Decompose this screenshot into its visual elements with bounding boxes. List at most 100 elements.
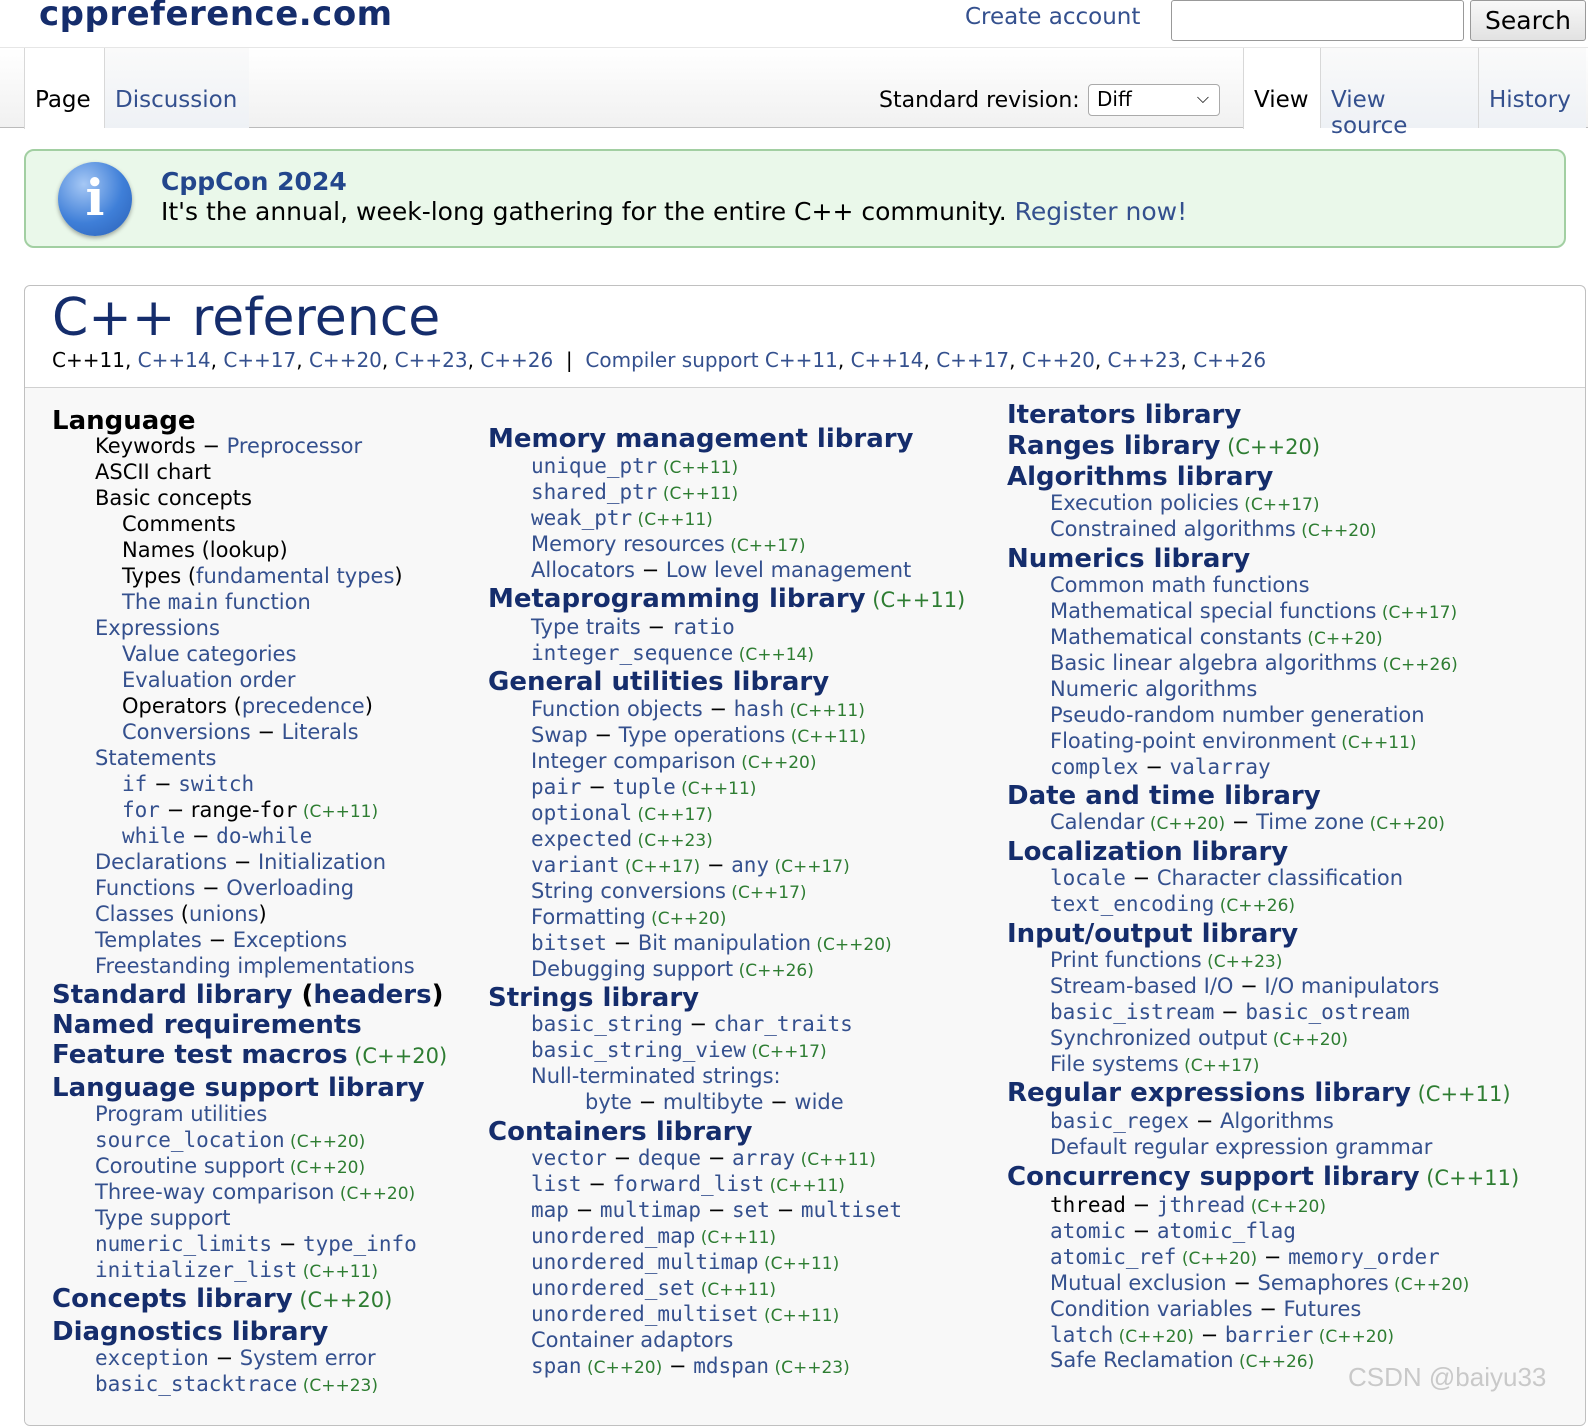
reference-link[interactable]: Algorithms xyxy=(1220,1109,1334,1133)
reference-link[interactable]: - xyxy=(241,824,249,848)
reference-link[interactable]: hash xyxy=(734,697,785,721)
reference-link[interactable]: optional xyxy=(531,801,632,825)
reference-link[interactable]: basic_string xyxy=(531,1012,683,1036)
reference-link[interactable]: Templates xyxy=(95,928,202,952)
reference-link[interactable]: for xyxy=(122,798,160,822)
version-link[interactable]: Compiler support C++11 xyxy=(585,348,837,372)
reference-link[interactable]: I/O manipulators xyxy=(1264,974,1439,998)
reference-link[interactable]: tuple xyxy=(613,775,676,799)
reference-link[interactable]: ) xyxy=(279,538,287,562)
reference-link[interactable]: Operators ( xyxy=(122,694,242,718)
reference-link[interactable]: Mutual exclusion xyxy=(1050,1271,1227,1295)
reference-link[interactable]: Debugging support xyxy=(531,957,733,981)
reference-link[interactable]: do xyxy=(216,824,241,848)
reference-link[interactable]: Containers library xyxy=(488,1117,752,1147)
reference-link[interactable]: multimap xyxy=(600,1198,701,1222)
reference-link[interactable]: list xyxy=(531,1172,582,1196)
reference-link[interactable]: Date and time library xyxy=(1007,781,1321,811)
reference-link[interactable]: Default regular expression grammar xyxy=(1050,1135,1432,1159)
reference-link[interactable]: Condition variables xyxy=(1050,1297,1253,1321)
reference-link[interactable]: thread xyxy=(1050,1193,1126,1217)
reference-link[interactable]: basic_string_view xyxy=(531,1038,746,1062)
reference-link[interactable]: Constrained algorithms xyxy=(1050,517,1296,541)
reference-link[interactable]: Safe Reclamation xyxy=(1050,1348,1234,1372)
reference-link[interactable]: unions xyxy=(189,902,259,926)
reference-link[interactable]: unordered_multimap xyxy=(531,1250,759,1274)
reference-link[interactable]: Container adaptors xyxy=(531,1328,733,1352)
reference-link[interactable]: Iterators library xyxy=(1007,400,1241,430)
reference-link[interactable]: ( xyxy=(174,902,189,926)
reference-link[interactable]: Initialization xyxy=(258,850,386,874)
reference-link[interactable]: unordered_set xyxy=(531,1276,695,1300)
reference-link[interactable]: mdspan xyxy=(693,1354,769,1378)
reference-link[interactable]: Function objects xyxy=(531,697,703,721)
reference-link[interactable]: fundamental types xyxy=(196,564,394,588)
reference-link[interactable]: range- xyxy=(191,798,260,822)
reference-link[interactable]: Types ( xyxy=(122,564,196,588)
reference-link[interactable]: Evaluation order xyxy=(122,668,295,692)
reference-link[interactable]: Feature test macros xyxy=(52,1040,348,1070)
reference-link[interactable]: Mathematical special functions xyxy=(1050,599,1376,623)
reference-link[interactable]: function xyxy=(218,590,311,614)
reference-link[interactable]: precedence xyxy=(242,694,365,718)
reference-link[interactable]: Mathematical constants xyxy=(1050,625,1302,649)
reference-link[interactable]: Input/output library xyxy=(1007,919,1298,949)
reference-link[interactable]: Algorithms library xyxy=(1007,462,1273,492)
version-link[interactable]: C++20 xyxy=(309,348,382,372)
reference-link[interactable]: locale xyxy=(1050,866,1126,890)
reference-link[interactable]: Low level management xyxy=(666,558,911,582)
reference-link[interactable]: headers xyxy=(313,980,431,1010)
site-logo[interactable]: cppreference.com xyxy=(39,0,393,34)
reference-link[interactable]: Memory management library xyxy=(488,424,914,454)
reference-link[interactable]: deque xyxy=(638,1146,701,1170)
reference-link[interactable]: Basic concepts xyxy=(95,486,252,510)
reference-link[interactable]: char_traits xyxy=(714,1012,853,1036)
reference-link[interactable]: Strings library xyxy=(488,983,699,1013)
reference-link[interactable]: Numerics library xyxy=(1007,544,1250,574)
reference-link[interactable]: ratio xyxy=(672,615,735,639)
reference-link[interactable]: Overloading xyxy=(226,876,354,900)
version-link[interactable]: C++26 xyxy=(1193,348,1266,372)
reference-link[interactable]: jthread xyxy=(1157,1193,1246,1217)
reference-link[interactable]: Basic linear algebra algorithms xyxy=(1050,651,1377,675)
reference-link[interactable]: ) xyxy=(394,564,402,588)
reference-link[interactable]: for xyxy=(260,798,298,822)
reference-link[interactable]: Three-way comparison xyxy=(95,1180,335,1204)
version-link[interactable]: C++17 xyxy=(936,348,1009,372)
register-link[interactable]: Register now! xyxy=(1015,197,1188,226)
reference-link[interactable]: Calendar xyxy=(1050,810,1144,834)
version-link[interactable]: C++20 xyxy=(1022,348,1095,372)
reference-link[interactable]: barrier xyxy=(1225,1323,1314,1347)
reference-link[interactable]: Preprocessor xyxy=(227,434,363,458)
reference-link[interactable]: while xyxy=(249,824,312,848)
search-input[interactable] xyxy=(1171,0,1464,41)
reference-link[interactable]: multiset xyxy=(801,1198,902,1222)
reference-link[interactable]: valarray xyxy=(1169,755,1270,779)
tab-history[interactable]: History xyxy=(1478,48,1586,128)
reference-link[interactable]: Names ( xyxy=(122,538,210,562)
reference-link[interactable]: multibyte xyxy=(663,1090,764,1114)
reference-link[interactable]: numeric_limits xyxy=(95,1232,272,1256)
reference-link[interactable]: Comments xyxy=(122,512,236,536)
reference-link[interactable]: Concurrency support library xyxy=(1007,1162,1420,1192)
reference-link[interactable]: Localization library xyxy=(1007,837,1288,867)
reference-link[interactable]: Memory resources xyxy=(531,532,725,556)
reference-link[interactable]: atomic_flag xyxy=(1157,1219,1296,1243)
reference-link[interactable]: Futures xyxy=(1284,1297,1362,1321)
tab-view-source[interactable]: View source xyxy=(1320,48,1478,139)
reference-link[interactable]: Formatting xyxy=(531,905,646,929)
reference-link[interactable]: initializer_list xyxy=(95,1258,297,1282)
reference-link[interactable]: basic_stacktrace xyxy=(95,1372,297,1396)
reference-link[interactable]: ( xyxy=(292,980,313,1010)
reference-link[interactable]: General utilities library xyxy=(488,667,829,697)
reference-link[interactable]: variant xyxy=(531,853,620,877)
version-link[interactable]: C++23 xyxy=(395,348,468,372)
reference-link[interactable]: Stream-based I/O xyxy=(1050,974,1233,998)
reference-link[interactable]: lookup xyxy=(210,538,280,562)
reference-link[interactable]: Metaprogramming library xyxy=(488,584,866,614)
reference-link[interactable]: The xyxy=(122,590,168,614)
reference-link[interactable]: Swap xyxy=(531,723,588,747)
reference-link[interactable]: ) xyxy=(432,980,444,1010)
reference-link[interactable]: Conversions xyxy=(122,720,251,744)
reference-link[interactable]: System error xyxy=(240,1346,376,1370)
